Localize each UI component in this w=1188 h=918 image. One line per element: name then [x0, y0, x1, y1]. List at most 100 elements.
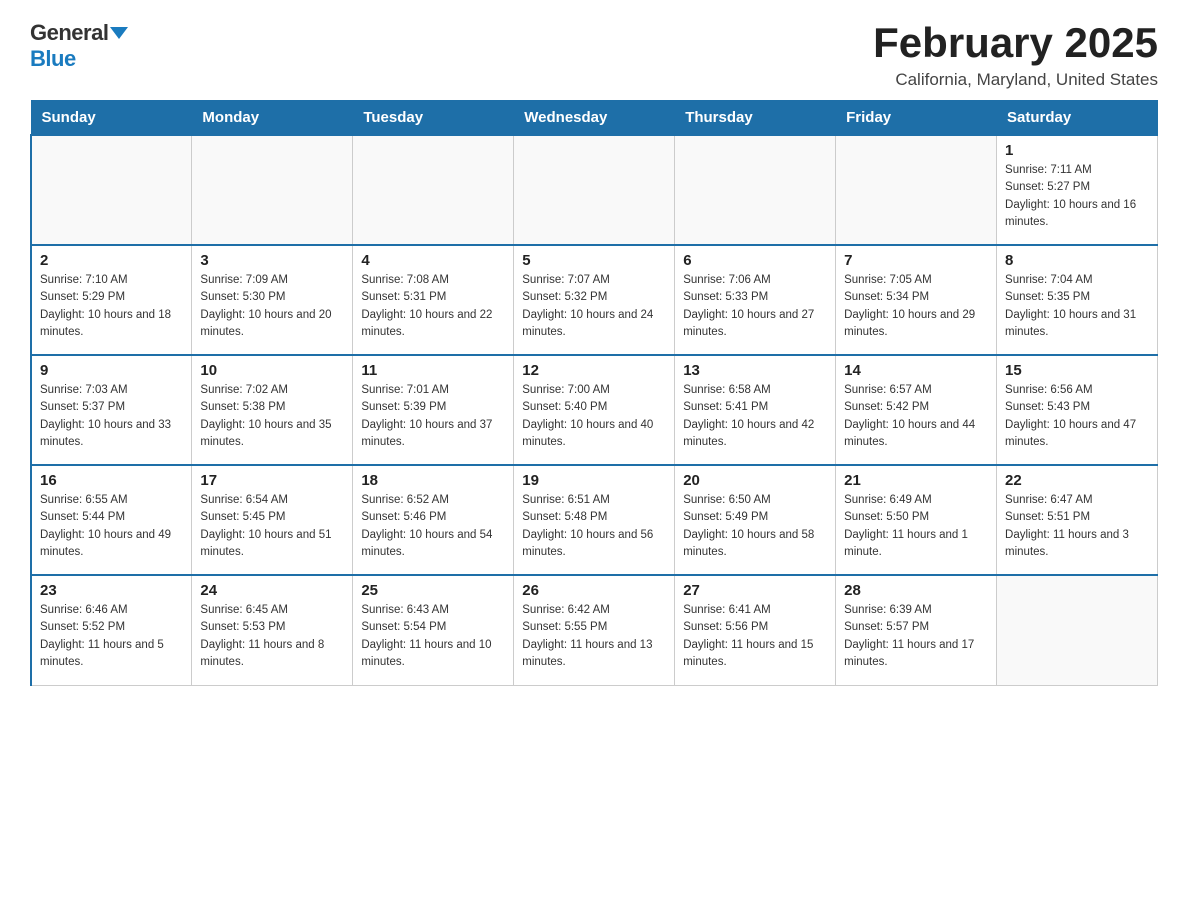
- calendar-cell: 10 Sunrise: 7:02 AM Sunset: 5:38 PM Dayli…: [192, 355, 353, 465]
- day-number: 2: [40, 252, 183, 269]
- calendar-cell: [192, 135, 353, 245]
- calendar-cell: 28Sunrise: 6:39 AM Sunset: 5:57 PM Dayli…: [836, 575, 997, 685]
- day-number: 8: [1005, 252, 1149, 269]
- day-number: 5: [522, 252, 666, 269]
- page-subtitle: California, Maryland, United States: [873, 70, 1158, 90]
- day-number: 1: [1005, 142, 1149, 159]
- day-number: 25: [361, 582, 505, 599]
- calendar-cell: 6 Sunrise: 7:06 AM Sunset: 5:33 PM Daylig…: [675, 245, 836, 355]
- title-block: February 2025 California, Maryland, Unit…: [873, 20, 1158, 90]
- day-info: Sunrise: 7:06 AM Sunset: 5:33 PM Dayligh…: [683, 272, 827, 341]
- day-number: 3: [200, 252, 344, 269]
- col-saturday: Saturday: [997, 101, 1158, 136]
- calendar-cell: [514, 135, 675, 245]
- day-number: 6: [683, 252, 827, 269]
- calendar-cell: 22 Sunrise: 6:47 AM Sunset: 5:51 PM Dayli…: [997, 465, 1158, 575]
- day-info: Sunrise: 7:09 AM Sunset: 5:30 PM Dayligh…: [200, 272, 344, 341]
- day-info: Sunrise: 6:39 AM Sunset: 5:57 PM Dayligh…: [844, 602, 988, 671]
- day-number: 20: [683, 472, 827, 489]
- day-number: 11: [361, 362, 505, 379]
- logo-top-line: General: [30, 20, 128, 46]
- calendar-header: Sunday Monday Tuesday Wednesday Thursday…: [31, 101, 1158, 136]
- day-info: Sunrise: 7:08 AM Sunset: 5:31 PM Dayligh…: [361, 272, 505, 341]
- day-info: Sunrise: 6:55 AM Sunset: 5:44 PM Dayligh…: [40, 492, 183, 561]
- calendar-cell: [353, 135, 514, 245]
- col-monday: Monday: [192, 101, 353, 136]
- day-number: 14: [844, 362, 988, 379]
- calendar-week-row: 1Sunrise: 7:11 AM Sunset: 5:27 PM Daylig…: [31, 135, 1158, 245]
- day-info: Sunrise: 7:05 AM Sunset: 5:34 PM Dayligh…: [844, 272, 988, 341]
- day-info: Sunrise: 7:07 AM Sunset: 5:32 PM Dayligh…: [522, 272, 666, 341]
- day-info: Sunrise: 6:45 AM Sunset: 5:53 PM Dayligh…: [200, 602, 344, 671]
- calendar-cell: 14 Sunrise: 6:57 AM Sunset: 5:42 PM Dayli…: [836, 355, 997, 465]
- calendar-cell: 15 Sunrise: 6:56 AM Sunset: 5:43 PM Dayli…: [997, 355, 1158, 465]
- day-number: 22: [1005, 472, 1149, 489]
- day-info: Sunrise: 7:00 AM Sunset: 5:40 PM Dayligh…: [522, 382, 666, 451]
- day-info: Sunrise: 6:51 AM Sunset: 5:48 PM Dayligh…: [522, 492, 666, 561]
- calendar-cell: 3 Sunrise: 7:09 AM Sunset: 5:30 PM Daylig…: [192, 245, 353, 355]
- day-info: Sunrise: 6:52 AM Sunset: 5:46 PM Dayligh…: [361, 492, 505, 561]
- calendar-cell: 7Sunrise: 7:05 AM Sunset: 5:34 PM Daylig…: [836, 245, 997, 355]
- day-info: Sunrise: 6:49 AM Sunset: 5:50 PM Dayligh…: [844, 492, 988, 561]
- page-title: February 2025: [873, 20, 1158, 66]
- calendar-week-row: 9Sunrise: 7:03 AM Sunset: 5:37 PM Daylig…: [31, 355, 1158, 465]
- calendar-cell: 24 Sunrise: 6:45 AM Sunset: 5:53 PM Dayli…: [192, 575, 353, 685]
- day-info: Sunrise: 7:10 AM Sunset: 5:29 PM Dayligh…: [40, 272, 183, 341]
- day-number: 10: [200, 362, 344, 379]
- day-info: Sunrise: 6:46 AM Sunset: 5:52 PM Dayligh…: [40, 602, 183, 671]
- col-tuesday: Tuesday: [353, 101, 514, 136]
- calendar-cell: [836, 135, 997, 245]
- col-sunday: Sunday: [31, 101, 192, 136]
- calendar-cell: 19Sunrise: 6:51 AM Sunset: 5:48 PM Dayli…: [514, 465, 675, 575]
- calendar-cell: 11 Sunrise: 7:01 AM Sunset: 5:39 PM Dayli…: [353, 355, 514, 465]
- calendar-cell: 27Sunrise: 6:41 AM Sunset: 5:56 PM Dayli…: [675, 575, 836, 685]
- day-info: Sunrise: 7:02 AM Sunset: 5:38 PM Dayligh…: [200, 382, 344, 451]
- day-number: 13: [683, 362, 827, 379]
- calendar-cell: 5 Sunrise: 7:07 AM Sunset: 5:32 PM Daylig…: [514, 245, 675, 355]
- calendar-body: 1Sunrise: 7:11 AM Sunset: 5:27 PM Daylig…: [31, 135, 1158, 685]
- day-number: 15: [1005, 362, 1149, 379]
- calendar-week-row: 16 Sunrise: 6:55 AM Sunset: 5:44 PM Dayli…: [31, 465, 1158, 575]
- day-info: Sunrise: 6:54 AM Sunset: 5:45 PM Dayligh…: [200, 492, 344, 561]
- calendar-cell: 16 Sunrise: 6:55 AM Sunset: 5:44 PM Dayli…: [31, 465, 192, 575]
- day-number: 17: [200, 472, 344, 489]
- day-info: Sunrise: 7:04 AM Sunset: 5:35 PM Dayligh…: [1005, 272, 1149, 341]
- day-info: Sunrise: 6:50 AM Sunset: 5:49 PM Dayligh…: [683, 492, 827, 561]
- day-info: Sunrise: 6:41 AM Sunset: 5:56 PM Dayligh…: [683, 602, 827, 671]
- calendar-cell: [675, 135, 836, 245]
- calendar-cell: 26Sunrise: 6:42 AM Sunset: 5:55 PM Dayli…: [514, 575, 675, 685]
- day-number: 18: [361, 472, 505, 489]
- calendar-cell: 2 Sunrise: 7:10 AM Sunset: 5:29 PM Daylig…: [31, 245, 192, 355]
- calendar-cell: 20 Sunrise: 6:50 AM Sunset: 5:49 PM Dayli…: [675, 465, 836, 575]
- calendar-cell: 23 Sunrise: 6:46 AM Sunset: 5:52 PM Dayli…: [31, 575, 192, 685]
- day-info: Sunrise: 6:43 AM Sunset: 5:54 PM Dayligh…: [361, 602, 505, 671]
- day-number: 23: [40, 582, 183, 599]
- calendar-week-row: 23 Sunrise: 6:46 AM Sunset: 5:52 PM Dayli…: [31, 575, 1158, 685]
- calendar-table: Sunday Monday Tuesday Wednesday Thursday…: [30, 100, 1158, 686]
- day-number: 24: [200, 582, 344, 599]
- calendar-cell: 13Sunrise: 6:58 AM Sunset: 5:41 PM Dayli…: [675, 355, 836, 465]
- day-info: Sunrise: 6:42 AM Sunset: 5:55 PM Dayligh…: [522, 602, 666, 671]
- calendar-cell: 8 Sunrise: 7:04 AM Sunset: 5:35 PM Daylig…: [997, 245, 1158, 355]
- calendar-cell: 17 Sunrise: 6:54 AM Sunset: 5:45 PM Dayli…: [192, 465, 353, 575]
- calendar-cell: 25 Sunrise: 6:43 AM Sunset: 5:54 PM Dayli…: [353, 575, 514, 685]
- weekday-header-row: Sunday Monday Tuesday Wednesday Thursday…: [31, 101, 1158, 136]
- logo: General Blue: [30, 20, 128, 72]
- col-friday: Friday: [836, 101, 997, 136]
- calendar-cell: 21 Sunrise: 6:49 AM Sunset: 5:50 PM Dayli…: [836, 465, 997, 575]
- day-info: Sunrise: 6:56 AM Sunset: 5:43 PM Dayligh…: [1005, 382, 1149, 451]
- logo-general: General: [30, 20, 108, 45]
- calendar-cell: 9Sunrise: 7:03 AM Sunset: 5:37 PM Daylig…: [31, 355, 192, 465]
- day-info: Sunrise: 6:57 AM Sunset: 5:42 PM Dayligh…: [844, 382, 988, 451]
- calendar-cell: 12Sunrise: 7:00 AM Sunset: 5:40 PM Dayli…: [514, 355, 675, 465]
- page-header: General Blue February 2025 California, M…: [30, 20, 1158, 90]
- day-info: Sunrise: 7:03 AM Sunset: 5:37 PM Dayligh…: [40, 382, 183, 451]
- day-number: 21: [844, 472, 988, 489]
- day-number: 16: [40, 472, 183, 489]
- day-info: Sunrise: 6:47 AM Sunset: 5:51 PM Dayligh…: [1005, 492, 1149, 561]
- calendar-week-row: 2 Sunrise: 7:10 AM Sunset: 5:29 PM Daylig…: [31, 245, 1158, 355]
- calendar-cell: [997, 575, 1158, 685]
- day-info: Sunrise: 7:01 AM Sunset: 5:39 PM Dayligh…: [361, 382, 505, 451]
- logo-bottom-line: Blue: [30, 46, 76, 72]
- calendar-cell: 18 Sunrise: 6:52 AM Sunset: 5:46 PM Dayli…: [353, 465, 514, 575]
